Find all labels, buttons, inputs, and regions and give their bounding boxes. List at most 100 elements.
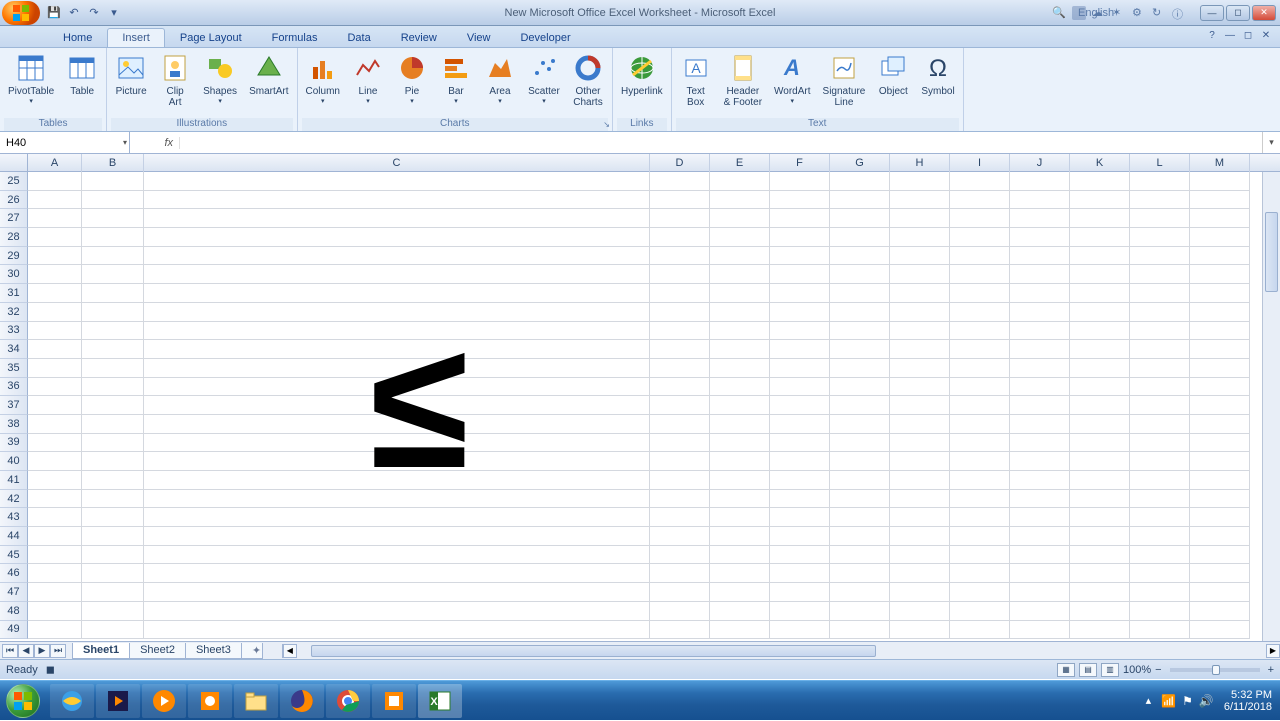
cell[interactable]	[1190, 172, 1250, 191]
cell[interactable]	[650, 471, 710, 490]
cell[interactable]	[770, 434, 830, 453]
cell[interactable]	[1070, 471, 1130, 490]
sheet-nav-prev[interactable]: ◀	[18, 644, 34, 658]
cell[interactable]	[28, 191, 82, 210]
row-header[interactable]: 40	[0, 452, 28, 471]
cell[interactable]	[770, 396, 830, 415]
cell[interactable]	[710, 284, 770, 303]
cell[interactable]	[890, 172, 950, 191]
taskbar-ie-icon[interactable]	[50, 684, 94, 718]
cell[interactable]	[770, 340, 830, 359]
cell[interactable]	[82, 452, 144, 471]
office-button[interactable]	[2, 1, 40, 25]
cell[interactable]	[1070, 564, 1130, 583]
cell[interactable]	[1190, 583, 1250, 602]
line-chart-button[interactable]: Line▾	[348, 50, 388, 107]
cell[interactable]	[710, 434, 770, 453]
cell[interactable]	[1130, 191, 1190, 210]
cell[interactable]	[1070, 172, 1130, 191]
cell[interactable]	[144, 209, 650, 228]
name-box[interactable]: H40 ▾	[0, 132, 130, 153]
cell[interactable]	[650, 452, 710, 471]
cell[interactable]	[710, 340, 770, 359]
cell[interactable]	[770, 378, 830, 397]
cell[interactable]	[1010, 583, 1070, 602]
row-header[interactable]: 25	[0, 172, 28, 191]
cell[interactable]	[28, 471, 82, 490]
cell[interactable]	[144, 564, 650, 583]
cell[interactable]	[28, 378, 82, 397]
cell[interactable]	[1070, 621, 1130, 640]
sheet-nav-next[interactable]: ▶	[34, 644, 50, 658]
cell[interactable]	[710, 546, 770, 565]
cell[interactable]	[1190, 490, 1250, 509]
cell[interactable]	[1190, 340, 1250, 359]
cell[interactable]	[1130, 359, 1190, 378]
cell[interactable]	[710, 378, 770, 397]
cell[interactable]	[830, 527, 890, 546]
cell[interactable]	[890, 191, 950, 210]
cell[interactable]	[1130, 415, 1190, 434]
cell[interactable]	[830, 247, 890, 266]
macro-record-icon[interactable]: ◼	[46, 663, 55, 676]
cell[interactable]	[950, 303, 1010, 322]
cell[interactable]	[144, 228, 650, 247]
select-all-corner[interactable]	[0, 154, 28, 172]
cell[interactable]	[1010, 359, 1070, 378]
cell[interactable]	[1070, 452, 1130, 471]
cell[interactable]	[770, 322, 830, 341]
cell[interactable]	[710, 191, 770, 210]
cell[interactable]	[144, 452, 650, 471]
cell[interactable]	[650, 378, 710, 397]
cell[interactable]	[1190, 415, 1250, 434]
column-header[interactable]: G	[830, 154, 890, 172]
cell[interactable]	[82, 583, 144, 602]
cell[interactable]	[650, 415, 710, 434]
cell[interactable]	[770, 359, 830, 378]
cell[interactable]	[1010, 378, 1070, 397]
cell[interactable]	[1190, 209, 1250, 228]
cell[interactable]	[1010, 191, 1070, 210]
cell[interactable]	[1070, 247, 1130, 266]
fx-icon[interactable]: fx	[130, 137, 180, 149]
zoom-in-button[interactable]: +	[1268, 664, 1274, 676]
cell[interactable]	[950, 452, 1010, 471]
tab-formulas[interactable]: Formulas	[257, 28, 333, 47]
cell[interactable]	[950, 359, 1010, 378]
cell[interactable]	[770, 471, 830, 490]
tray-clock[interactable]: 5:32 PM 6/11/2018	[1224, 689, 1272, 713]
tab-review[interactable]: Review	[386, 28, 452, 47]
cell[interactable]	[830, 452, 890, 471]
area-chart-button[interactable]: Area▾	[480, 50, 520, 107]
cell[interactable]	[1130, 471, 1190, 490]
text-box-button[interactable]: AText Box	[676, 50, 716, 110]
column-header[interactable]: A	[28, 154, 82, 172]
cell[interactable]	[710, 583, 770, 602]
cell[interactable]	[830, 490, 890, 509]
tray-volume-icon[interactable]: 🔊	[1199, 694, 1214, 708]
cell[interactable]	[28, 209, 82, 228]
cell[interactable]	[710, 452, 770, 471]
new-sheet-button[interactable]: ✦	[241, 643, 263, 659]
tray-show-hidden-icon[interactable]: ▴	[1146, 694, 1152, 707]
cell[interactable]	[144, 583, 650, 602]
column-header[interactable]: L	[1130, 154, 1190, 172]
cell[interactable]	[830, 265, 890, 284]
row-header[interactable]: 42	[0, 490, 28, 509]
cell[interactable]	[650, 209, 710, 228]
cell[interactable]	[770, 191, 830, 210]
cell[interactable]	[950, 546, 1010, 565]
row-header[interactable]: 37	[0, 396, 28, 415]
cell[interactable]	[1010, 452, 1070, 471]
cell[interactable]	[950, 191, 1010, 210]
cell[interactable]	[1070, 209, 1130, 228]
cell[interactable]	[650, 172, 710, 191]
column-header[interactable]: B	[82, 154, 144, 172]
row-header[interactable]: 32	[0, 303, 28, 322]
cell[interactable]	[1070, 303, 1130, 322]
taskbar-app1-icon[interactable]	[188, 684, 232, 718]
zoom-slider-thumb[interactable]	[1212, 665, 1220, 675]
cell[interactable]	[144, 546, 650, 565]
tray-network-icon[interactable]: 📶	[1161, 694, 1176, 708]
object-button[interactable]: Object	[873, 50, 913, 99]
